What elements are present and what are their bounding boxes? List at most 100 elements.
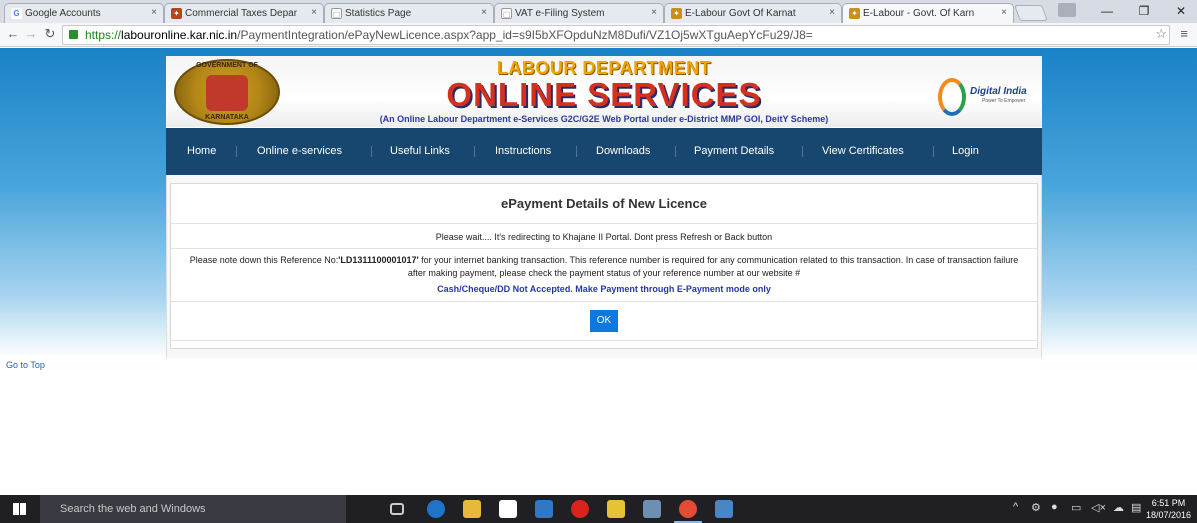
site-title: ONLINE SERVICES	[446, 76, 762, 113]
page-icon: ▢	[501, 8, 512, 19]
nav-downloads[interactable]: Downloads	[596, 128, 650, 175]
emblem-icon: ✦	[171, 8, 182, 19]
tab-elabour-1[interactable]: ✦ E-Labour Govt Of Karnat ×	[664, 3, 842, 23]
nav-separator	[371, 146, 372, 157]
close-icon[interactable]: ×	[311, 7, 317, 18]
start-button[interactable]	[0, 495, 40, 523]
digital-india-icon	[938, 78, 966, 116]
taskbar-search[interactable]: Search the web and Windows	[40, 495, 346, 523]
button-row: OK	[171, 301, 1037, 341]
web-page: GOVERNMENT OF KARNATAKA LABOUR DEPARTMEN…	[0, 48, 1197, 495]
browser-tab-strip: G Google Accounts × ✦ Commercial Taxes D…	[0, 0, 1197, 23]
app-icon[interactable]	[607, 500, 625, 518]
close-icon[interactable]: ×	[1001, 7, 1007, 18]
chrome-icon[interactable]	[679, 500, 697, 518]
tray-app-icon[interactable]: ⚙	[1031, 501, 1041, 514]
nav-separator	[933, 146, 934, 157]
close-icon[interactable]: ×	[651, 7, 657, 18]
nav-login[interactable]: Login	[952, 128, 979, 175]
tab-vat-efiling[interactable]: ▢ VAT e-Filing System ×	[494, 3, 664, 23]
window-close-icon[interactable]: ✕	[1171, 2, 1191, 20]
main-nav: Home Online e-services Useful Links Inst…	[166, 128, 1042, 175]
clock-time: 6:51 PM	[1151, 498, 1186, 508]
url-path: /PaymentIntegration/ePayNewLicence.aspx?…	[237, 28, 813, 42]
tab-elabour-active[interactable]: ✦ E-Labour - Govt. Of Karn ×	[842, 3, 1014, 23]
close-icon[interactable]: ×	[829, 7, 835, 18]
digital-india-label: Digital India	[970, 86, 1027, 97]
tray-app-icon[interactable]: ●	[1051, 501, 1058, 513]
app-icon[interactable]	[715, 500, 733, 518]
user-profile-icon[interactable]	[1058, 3, 1076, 17]
redirect-message: Please wait.... It's redirecting to Khaj…	[171, 225, 1037, 249]
media-icon[interactable]	[535, 500, 553, 518]
chevron-up-icon[interactable]: ^	[1013, 501, 1018, 513]
new-tab-button[interactable]	[1014, 5, 1048, 21]
network-icon[interactable]: ▭	[1071, 501, 1081, 514]
site-banner: GOVERNMENT OF KARNATAKA LABOUR DEPARTMEN…	[166, 56, 1042, 127]
emblem-icon: ✦	[671, 8, 682, 19]
google-icon: G	[11, 8, 22, 19]
nav-payment-details[interactable]: Payment Details	[694, 128, 774, 175]
go-to-top-link[interactable]: Go to Top	[6, 360, 45, 370]
bookmark-star-icon[interactable]: ☆	[1155, 26, 1167, 42]
content-area: ePayment Details of New Licence Please w…	[166, 175, 1042, 358]
page-background-right	[1042, 48, 1197, 358]
volume-icon[interactable]: ◁×	[1091, 501, 1106, 514]
page-background-left	[0, 48, 166, 358]
nav-separator	[675, 146, 676, 157]
payment-mode-warning: Cash/Cheque/DD Not Accepted. Make Paymen…	[437, 284, 771, 294]
nav-separator	[802, 146, 803, 157]
emblem-icon: ✦	[849, 8, 860, 19]
restore-icon[interactable]: ❐	[1134, 2, 1154, 20]
nav-separator	[236, 146, 237, 157]
back-arrow-icon[interactable]: ←	[6, 27, 20, 41]
nav-separator	[576, 146, 577, 157]
tab-statistics[interactable]: ▢ Statistics Page ×	[324, 3, 494, 23]
url-host: labouronline.kar.nic.in	[121, 28, 238, 42]
edge-icon[interactable]	[427, 500, 445, 518]
nav-view-certificates[interactable]: View Certificates	[822, 128, 904, 175]
close-icon[interactable]: ×	[481, 7, 487, 18]
close-icon[interactable]: ×	[151, 7, 157, 18]
notifications-icon[interactable]: ▤	[1131, 501, 1141, 514]
minimize-icon[interactable]: —	[1097, 2, 1117, 20]
tab-label: Statistics Page	[345, 8, 412, 19]
opera-icon[interactable]	[571, 500, 589, 518]
tab-label: E-Labour Govt Of Karnat	[685, 8, 796, 19]
tab-label: E-Labour - Govt. Of Karn	[863, 8, 975, 19]
nav-instructions[interactable]: Instructions	[495, 128, 551, 175]
reference-note: Please note down this Reference No:'LD13…	[181, 254, 1027, 280]
page-title: ePayment Details of New Licence	[171, 184, 1037, 224]
tab-commercial-taxes[interactable]: ✦ Commercial Taxes Depar ×	[164, 3, 324, 23]
store-icon[interactable]	[499, 500, 517, 518]
browser-toolbar: ← → ↻ https://labouronline.kar.nic.in/Pa…	[0, 23, 1197, 47]
tab-label: VAT e-Filing System	[515, 8, 605, 19]
task-view-icon[interactable]	[390, 503, 404, 515]
clock-date: 18/07/2016	[1145, 510, 1191, 520]
lock-icon	[69, 30, 78, 39]
menu-icon[interactable]: ≡	[1180, 26, 1188, 41]
windows-logo-icon	[13, 503, 26, 515]
file-explorer-icon[interactable]	[463, 500, 481, 518]
windows-taskbar: Search the web and Windows ^ ⚙ ● ▭ ◁× ☁ …	[0, 495, 1197, 523]
tab-label: Google Accounts	[25, 8, 101, 19]
nav-separator	[474, 146, 475, 157]
cloud-icon[interactable]: ☁	[1113, 501, 1124, 514]
clock[interactable]: 6:51 PM 18/07/2016	[1146, 497, 1191, 521]
app-icon[interactable]	[643, 500, 661, 518]
nav-useful-links[interactable]: Useful Links	[390, 128, 450, 175]
nav-online-eservices[interactable]: Online e-services	[257, 128, 342, 175]
page-icon: ▢	[331, 8, 342, 19]
payment-panel: ePayment Details of New Licence Please w…	[170, 183, 1038, 349]
address-bar[interactable]: https://labouronline.kar.nic.in/PaymentI…	[62, 25, 1170, 45]
page-background-top	[166, 48, 1042, 56]
reference-number: 'LD1311100001017'	[338, 255, 419, 265]
digital-india-logo: Digital India Power To Empower	[934, 78, 1038, 118]
ok-button[interactable]: OK	[590, 310, 618, 332]
reload-icon[interactable]: ↻	[43, 27, 57, 41]
nav-home[interactable]: Home	[187, 128, 216, 175]
forward-arrow-icon[interactable]: →	[24, 27, 38, 41]
note-prefix: Please note down this Reference No:	[189, 255, 339, 265]
tab-google-accounts[interactable]: G Google Accounts ×	[4, 3, 164, 23]
site-tagline: (An Online Labour Department e-Services …	[379, 114, 829, 124]
